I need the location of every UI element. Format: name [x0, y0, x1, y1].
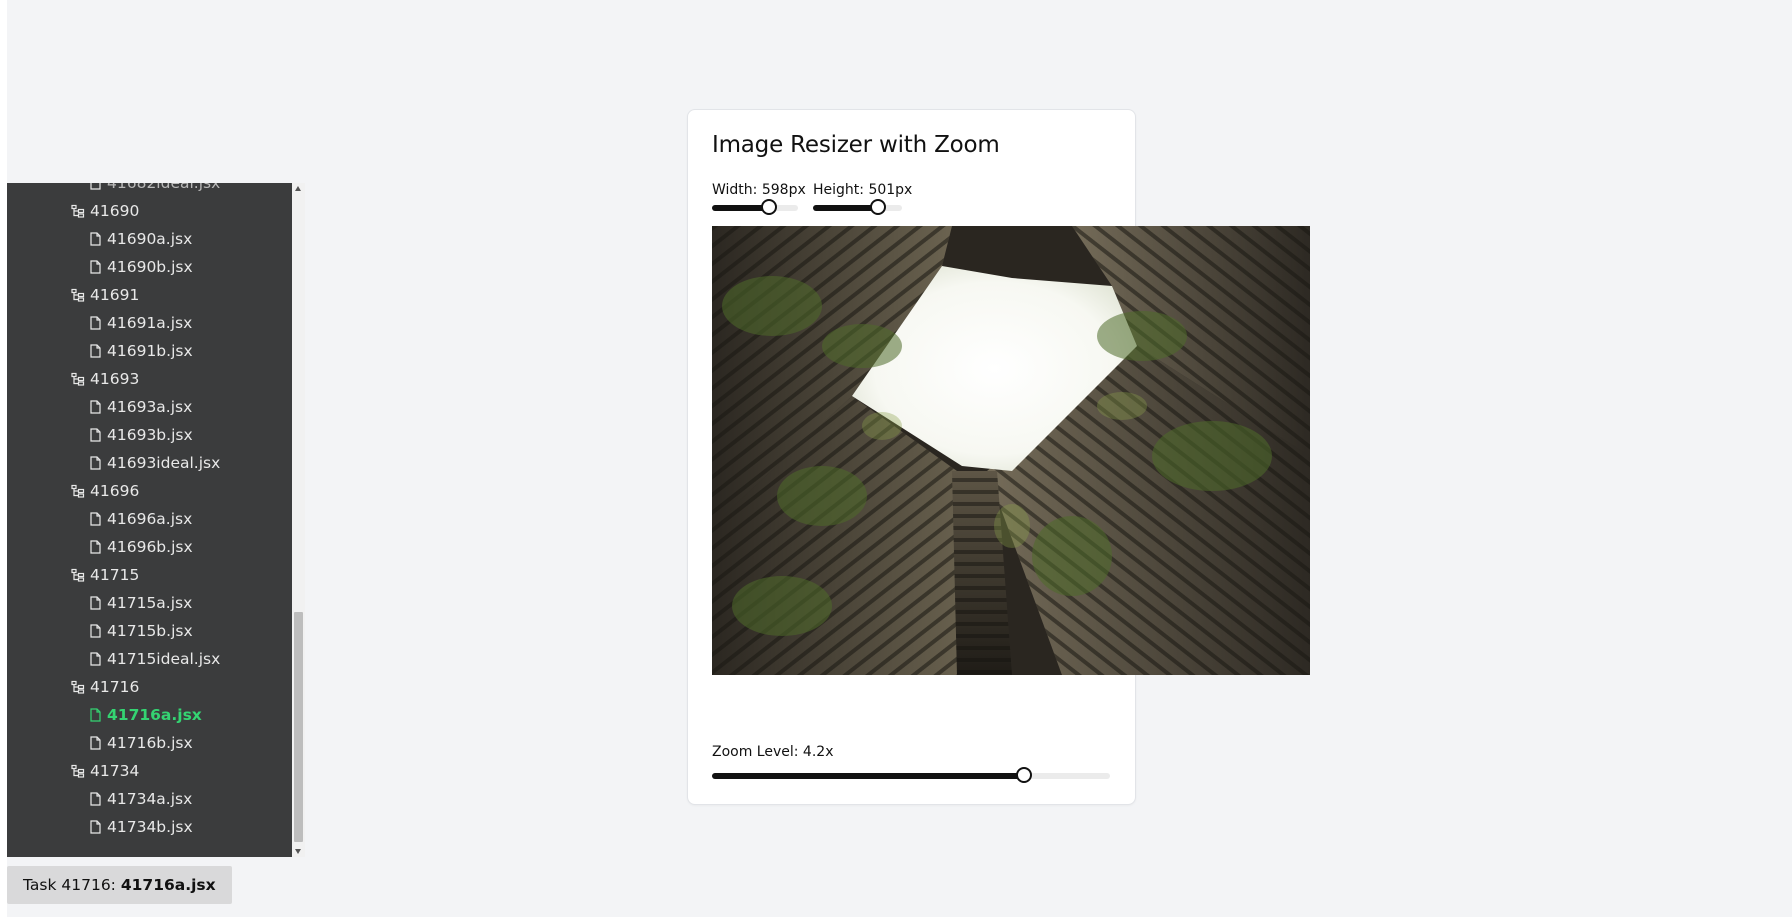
folder-tree-icon [71, 568, 85, 582]
tree-folder[interactable]: 41693 [7, 365, 292, 393]
zoom-slider[interactable] [712, 767, 1110, 783]
tree-folder[interactable]: 41716 [7, 673, 292, 701]
tree-file[interactable]: 41715a.jsx [7, 589, 292, 617]
tree-file[interactable]: 41734b.jsx [7, 813, 292, 841]
zoom-label: Zoom Level: 4.2x [712, 744, 834, 760]
height-slider-thumb[interactable] [869, 199, 886, 215]
tree-item-label: 41691b.jsx [107, 342, 193, 360]
file-icon [88, 708, 102, 722]
height-slider-fill [813, 205, 878, 211]
tree-item-label: 41693 [90, 370, 140, 388]
tree-item-label: 41734b.jsx [107, 818, 193, 836]
scroll-up-arrow-icon[interactable] [295, 186, 301, 191]
tree-file[interactable]: 41734a.jsx [7, 785, 292, 813]
file-icon [88, 624, 102, 638]
tree-item-label: 41691 [90, 286, 140, 304]
tree-item-label: 41716b.jsx [107, 734, 193, 752]
zoom-slider-fill [712, 773, 1025, 779]
tree-item-label: 41693a.jsx [107, 398, 193, 416]
width-slider[interactable] [712, 199, 798, 215]
tree-file[interactable]: 41693a.jsx [7, 393, 292, 421]
tree-file[interactable]: 41690a.jsx [7, 225, 292, 253]
tree-file[interactable]: 41691a.jsx [7, 309, 292, 337]
tree-item-label: 41682ideal.jsx [107, 183, 221, 192]
tree-item-label: 41696b.jsx [107, 538, 193, 556]
tree-file[interactable]: 41696b.jsx [7, 533, 292, 561]
sidebar-scrollbar[interactable] [292, 183, 305, 857]
file-icon [88, 316, 102, 330]
tree-item-label: 41715 [90, 566, 140, 584]
scroll-down-arrow-icon[interactable] [295, 849, 301, 854]
tree-item-label: 41693b.jsx [107, 426, 193, 444]
file-icon [88, 736, 102, 750]
task-prefix: Task 41716: [23, 876, 121, 894]
file-icon [88, 183, 102, 190]
window-edge [0, 0, 7, 917]
tree-item-label: 41716 [90, 678, 140, 696]
tree-item-label: 41690 [90, 202, 140, 220]
file-icon [88, 820, 102, 834]
tree-item-label: 41715a.jsx [107, 594, 193, 612]
folder-tree-icon [71, 680, 85, 694]
tree-file-active[interactable]: 41716a.jsx [7, 701, 292, 729]
height-slider[interactable] [813, 199, 902, 215]
tree-item-label: 41734a.jsx [107, 790, 193, 808]
tree-item-label: 41716a.jsx [107, 706, 202, 724]
file-tree: 41682ideal.jsx 41690 41690a.jsx 41690b.jsx 4… [7, 183, 292, 841]
page-title: Image Resizer with Zoom [712, 132, 1000, 158]
tree-file[interactable]: 41693b.jsx [7, 421, 292, 449]
tree-item-label: 41734 [90, 762, 140, 780]
folder-tree-icon [71, 484, 85, 498]
tree-item-label: 41691a.jsx [107, 314, 193, 332]
file-icon [88, 400, 102, 414]
folder-tree-icon [71, 764, 85, 778]
height-label: Height: 501px [813, 182, 913, 198]
tree-folder[interactable]: 41734 [7, 757, 292, 785]
file-icon [88, 792, 102, 806]
file-icon [88, 540, 102, 554]
tree-file[interactable]: 41682ideal.jsx [7, 183, 292, 197]
file-icon [88, 596, 102, 610]
width-slider-thumb[interactable] [760, 199, 777, 215]
tree-file[interactable]: 41715b.jsx [7, 617, 292, 645]
tree-item-label: 41715b.jsx [107, 622, 193, 640]
tree-file[interactable]: 41696a.jsx [7, 505, 292, 533]
width-label: Width: 598px [712, 182, 806, 198]
tree-file[interactable]: 41693ideal.jsx [7, 449, 292, 477]
tree-item-label: 41690b.jsx [107, 258, 193, 276]
tree-item-label: 41715ideal.jsx [107, 650, 221, 668]
tree-item-label: 41690a.jsx [107, 230, 193, 248]
task-label: Task 41716: 41716a.jsx [7, 866, 232, 904]
tree-file[interactable]: 41691b.jsx [7, 337, 292, 365]
tree-folder[interactable]: 41690 [7, 197, 292, 225]
resized-image [712, 226, 1310, 675]
scrollbar-thumb[interactable] [294, 612, 303, 842]
zoom-slider-thumb[interactable] [1016, 767, 1033, 783]
tree-file[interactable]: 41715ideal.jsx [7, 645, 292, 673]
tree-folder[interactable]: 41696 [7, 477, 292, 505]
file-icon [88, 512, 102, 526]
file-icon [88, 344, 102, 358]
tree-file[interactable]: 41716b.jsx [7, 729, 292, 757]
file-tree-sidebar: 41682ideal.jsx 41690 41690a.jsx 41690b.jsx 4… [7, 183, 292, 857]
tree-folder[interactable]: 41715 [7, 561, 292, 589]
tree-folder[interactable]: 41691 [7, 281, 292, 309]
tree-item-label: 41693ideal.jsx [107, 454, 221, 472]
file-icon [88, 232, 102, 246]
task-file: 41716a.jsx [120, 876, 216, 894]
file-icon [88, 456, 102, 470]
file-icon [88, 428, 102, 442]
folder-tree-icon [71, 288, 85, 302]
tree-item-label: 41696a.jsx [107, 510, 193, 528]
folder-tree-icon [71, 204, 85, 218]
file-icon [88, 652, 102, 666]
tree-file[interactable]: 41690b.jsx [7, 253, 292, 281]
folder-tree-icon [71, 372, 85, 386]
file-icon [88, 260, 102, 274]
tree-item-label: 41696 [90, 482, 140, 500]
